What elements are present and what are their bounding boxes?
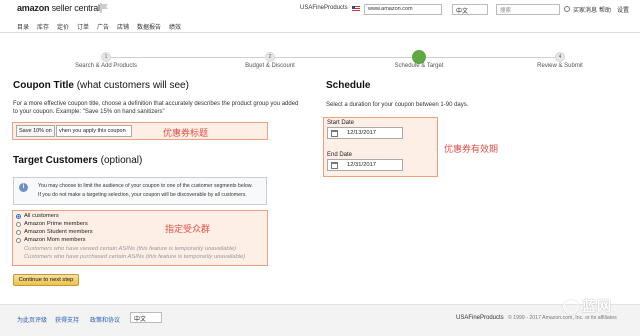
target-heading-note: (optional) — [97, 155, 143, 166]
nav-inventory[interactable]: 库存 — [37, 22, 49, 31]
brand-suffix: seller central — [49, 3, 100, 13]
coupon-title-annotation: 优惠券标题 — [163, 128, 209, 138]
radio-label: All customers — [24, 213, 59, 219]
search-input[interactable]: 搜索 — [496, 4, 560, 15]
info-line-2: If you do not make a targeting selection… — [38, 192, 247, 198]
radio-icon[interactable] — [16, 222, 21, 227]
step-4-dot: 4 — [555, 52, 565, 62]
coupon-title-prefix: Save 10% on — [16, 125, 55, 137]
radio-icon[interactable] — [16, 230, 21, 235]
nav-pricing[interactable]: 定价 — [57, 22, 69, 31]
store-name: USAFineProducts — [300, 5, 348, 11]
footer-language-select[interactable]: 中文 — [130, 312, 162, 323]
radio-label: Amazon Prime members — [24, 221, 88, 227]
schedule-heading: Schedule — [326, 80, 371, 91]
calendar-icon[interactable] — [331, 162, 338, 169]
notification-flag-icon[interactable] — [100, 3, 109, 13]
us-flag-icon — [352, 6, 360, 11]
radio-icon[interactable] — [16, 238, 21, 243]
end-date-input[interactable]: 12/31/2017 — [327, 159, 403, 171]
nav-catalog[interactable]: 目录 — [17, 22, 29, 31]
continue-button[interactable]: Continue to next step — [13, 274, 79, 286]
radio-label: Amazon Student members — [24, 229, 93, 235]
nav-orders[interactable]: 订单 — [77, 22, 89, 31]
settings-link[interactable]: 设置 — [617, 5, 629, 14]
top-bar: amazon seller central USAFineProducts ww… — [0, 0, 640, 19]
coupon-title-heading-note: (what customers will see) — [73, 80, 189, 91]
watermark-logo-icon — [563, 300, 579, 314]
policies-link[interactable]: 政策和协议 — [90, 315, 120, 324]
buyer-messages-link[interactable]: 买家消息 — [573, 5, 597, 14]
end-date-label: End Date — [327, 152, 353, 158]
calendar-icon[interactable] — [331, 130, 338, 137]
target-heading-bold: Target Customers — [13, 155, 98, 166]
help-link[interactable]: 帮助 — [599, 5, 611, 14]
step-2-dot: 2 — [265, 52, 275, 62]
nav-stores[interactable]: 店铺 — [117, 22, 129, 31]
nav-reports[interactable]: 数据报告 — [137, 22, 161, 31]
schedule-annotation: 优惠券有效期 — [444, 144, 499, 154]
step-1-label: Search & Add Products — [74, 63, 138, 69]
footer-store-name: USAFineProducts — [456, 315, 504, 321]
step-1-dot: 1 — [101, 52, 111, 62]
step-4-label: Review & Submit — [537, 63, 583, 69]
coupon-title-description: For a more effective coupon title, choos… — [13, 101, 299, 115]
radio-label: Amazon Mom members — [24, 237, 86, 243]
schedule-description: Select a duration for your coupon betwee… — [326, 102, 469, 108]
radio-selected-icon[interactable] — [16, 214, 21, 219]
target-customers-heading: Target Customers (optional) — [13, 155, 142, 166]
seller-central-logo[interactable]: amazon seller central — [17, 3, 100, 13]
target-annotation: 指定受众群 — [165, 224, 211, 234]
start-date-label: Start Date — [327, 120, 355, 126]
get-support-link[interactable]: 获得支持 — [55, 315, 79, 324]
step-2-label: Budget & Discount — [245, 63, 295, 69]
nav-performance[interactable]: 绩效 — [169, 22, 181, 31]
nav-advertising[interactable]: 广告 — [97, 22, 109, 31]
info-icon: i — [19, 183, 28, 192]
brand-name: amazon — [17, 3, 50, 13]
rate-page-link[interactable]: 为此页评级 — [17, 315, 47, 324]
coupon-title-heading-bold: Coupon Title — [13, 80, 74, 91]
marketplace-select[interactable]: www.amazon.com — [364, 4, 442, 15]
progress-track — [104, 57, 561, 58]
info-line-1: You may choose to limit the audience of … — [38, 183, 253, 189]
step-3-dot-active — [412, 50, 426, 64]
radio-label: Customers who have viewed certain ASINs … — [24, 246, 237, 252]
main-nav: 目录 库存 定价 订单 广告 店铺 数据报告 绩效 — [0, 19, 640, 33]
targeting-info-text: You may choose to limit the audience of … — [38, 182, 263, 200]
start-date-input[interactable]: 12/13/2017 — [327, 127, 403, 139]
coupon-title-input[interactable]: vhen you apply this coupon — [56, 125, 132, 137]
search-icon[interactable] — [564, 6, 570, 12]
watermark: 蓝网 — [582, 298, 612, 314]
language-select[interactable]: 中文 — [452, 4, 488, 15]
coupon-title-heading: Coupon Title (what customers will see) — [13, 80, 189, 91]
radio-label: Customers who have purchased certain ASI… — [24, 254, 246, 260]
step-3-label: Schedule & Target — [394, 63, 444, 69]
